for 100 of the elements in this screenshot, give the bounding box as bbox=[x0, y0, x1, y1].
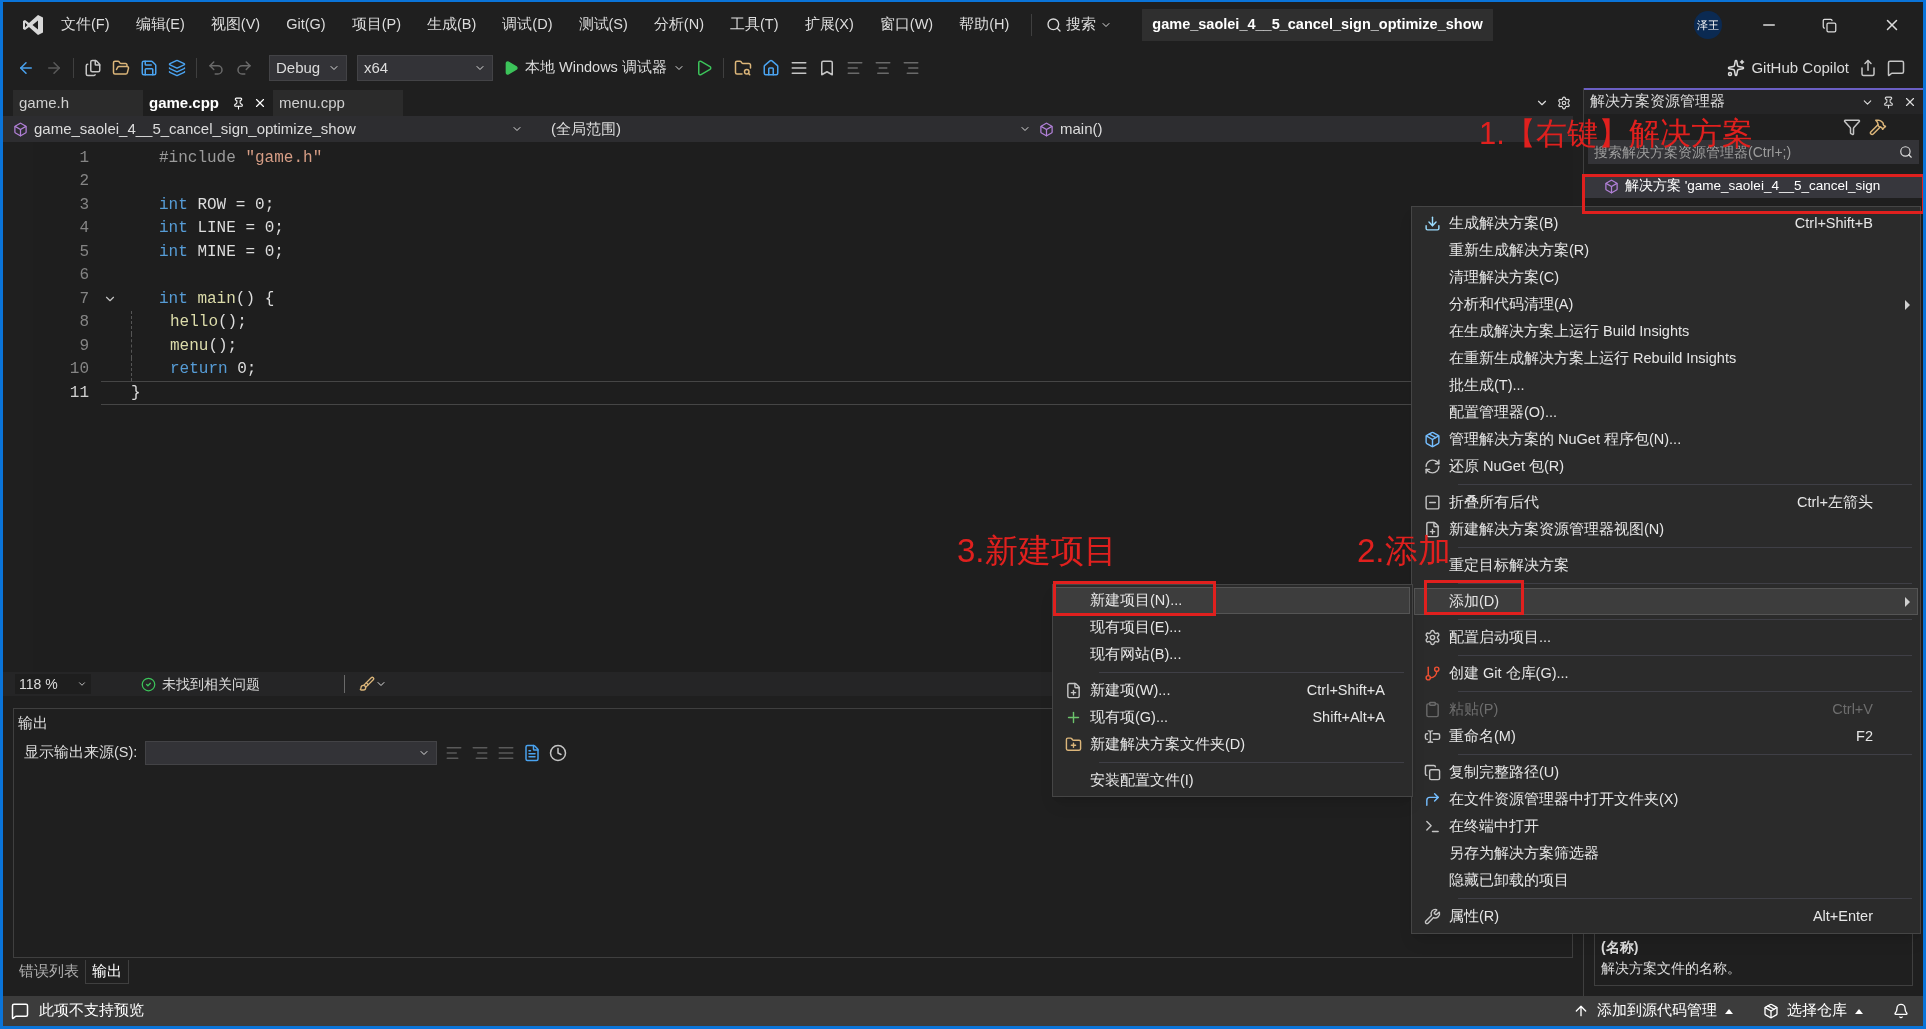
settings-icon[interactable] bbox=[1557, 96, 1571, 110]
menu-item[interactable]: 创建 Git 仓库(G)... bbox=[1414, 660, 1918, 687]
menu-item[interactable]: 新建项目(N)... bbox=[1055, 587, 1410, 614]
filter-icon[interactable] bbox=[1843, 118, 1861, 136]
menu-item[interactable]: 在终端中打开 bbox=[1414, 813, 1918, 840]
menu-bar-item[interactable]: 调试(D) bbox=[502, 14, 553, 36]
zoom-dropdown[interactable]: 118 % bbox=[15, 674, 91, 694]
line-number: 7 bbox=[78, 288, 89, 310]
play-icon bbox=[503, 60, 519, 76]
menu-item[interactable]: 配置启动项目... bbox=[1414, 624, 1918, 651]
repository-button[interactable]: 选择仓库 bbox=[1763, 1000, 1863, 1022]
menu-bar-item[interactable]: 测试(S) bbox=[578, 14, 628, 36]
menu-item[interactable]: 批生成(T)... bbox=[1414, 372, 1918, 399]
menu-bar-item[interactable]: 窗口(W) bbox=[879, 14, 934, 36]
menu-bar-item[interactable]: 工具(T) bbox=[730, 14, 779, 36]
menu-item[interactable]: 重命名(M) F2 bbox=[1414, 723, 1918, 750]
menu-item[interactable]: 现有网站(B)... bbox=[1055, 641, 1410, 668]
menu-item[interactable]: 复制完整路径(U) bbox=[1414, 759, 1918, 786]
build-icon bbox=[1423, 215, 1441, 232]
panel-title: 解决方案资源管理器 bbox=[1590, 92, 1725, 112]
project-icon bbox=[13, 121, 28, 137]
menu-item[interactable]: 配置管理器(O)... bbox=[1414, 399, 1918, 426]
run-debugger-button[interactable]: 本地 Windows 调试器 bbox=[503, 57, 685, 79]
feedback-icon[interactable] bbox=[1887, 59, 1905, 77]
menu-bar-item[interactable]: 扩展(X) bbox=[804, 14, 854, 36]
menu-item[interactable]: 分析和代码清理(A) bbox=[1414, 291, 1918, 318]
menu-bar-item[interactable]: 文件(F) bbox=[61, 14, 110, 36]
code-line: int main() { bbox=[159, 288, 275, 310]
editor-tab[interactable]: game.h bbox=[13, 90, 143, 116]
menu-item[interactable]: 折叠所有后代 Ctrl+左箭头 bbox=[1414, 489, 1918, 516]
menu-item[interactable]: 安装配置文件(I) bbox=[1055, 767, 1410, 794]
menu-bar-item[interactable]: 分析(N) bbox=[653, 14, 704, 36]
menu-item[interactable]: 在文件资源管理器中打开文件夹(X) bbox=[1414, 786, 1918, 813]
menu-item[interactable]: 新建解决方案文件夹(D) bbox=[1055, 731, 1410, 758]
project-dropdown[interactable]: game_saolei_4__5_cancel_sign_optimize_show bbox=[13, 117, 523, 141]
menu-item[interactable]: 现有项(G)... Shift+Alt+A bbox=[1055, 704, 1410, 731]
folder-search-icon[interactable] bbox=[733, 59, 752, 77]
panel-tab[interactable]: 错误列表 bbox=[13, 960, 85, 984]
undo-icon[interactable] bbox=[207, 59, 225, 77]
menu-item[interactable]: 隐藏已卸载的项目 bbox=[1414, 867, 1918, 894]
home-icon[interactable] bbox=[761, 59, 780, 77]
scope-dropdown[interactable]: (全局范围) bbox=[531, 117, 1031, 141]
menu-bar-item[interactable]: 视图(V) bbox=[210, 14, 261, 36]
platform-dropdown[interactable]: x64 bbox=[357, 55, 493, 81]
menu-bar-item[interactable]: 生成(B) bbox=[427, 14, 477, 36]
panel-tab[interactable]: 输出 bbox=[85, 960, 129, 984]
menu-item[interactable]: 生成解决方案(B) Ctrl+Shift+B bbox=[1414, 210, 1918, 237]
line-number: 6 bbox=[78, 265, 89, 287]
menu-item[interactable]: 清理解决方案(C) bbox=[1414, 264, 1918, 291]
open-folder-arrow-icon bbox=[1423, 791, 1441, 808]
search-button[interactable]: 搜索 bbox=[1046, 14, 1113, 36]
menu-item[interactable]: 添加(D) bbox=[1414, 588, 1918, 615]
menu-item[interactable]: 属性(R) Alt+Enter bbox=[1414, 903, 1918, 930]
redo-icon[interactable] bbox=[235, 59, 253, 77]
code-line: int LINE = 0; bbox=[159, 218, 284, 240]
format-icon[interactable] bbox=[789, 59, 808, 77]
align-right-icon[interactable] bbox=[901, 59, 920, 77]
member-dropdown[interactable]: main() bbox=[1039, 117, 1239, 141]
align-center-icon[interactable] bbox=[873, 59, 892, 77]
new-project-icon[interactable] bbox=[84, 59, 102, 77]
restore-button[interactable] bbox=[1822, 17, 1837, 33]
menu-item[interactable]: 重新生成解决方案(R) bbox=[1414, 237, 1918, 264]
code-cleanup-icon[interactable] bbox=[359, 676, 375, 692]
align-left-icon[interactable] bbox=[845, 59, 864, 77]
solution-icon bbox=[1604, 178, 1619, 194]
share-icon[interactable] bbox=[1859, 59, 1877, 77]
hammer-icon[interactable] bbox=[1869, 118, 1887, 136]
menu-bar-item[interactable]: Git(G) bbox=[286, 14, 326, 36]
word-wrap-icon[interactable] bbox=[523, 743, 542, 762]
back-icon[interactable] bbox=[17, 59, 35, 77]
copilot-button[interactable]: GitHub Copilot bbox=[1727, 56, 1849, 80]
menu-item[interactable]: 还原 NuGet 包(R) bbox=[1414, 453, 1918, 480]
restore-icon bbox=[1423, 458, 1441, 475]
line-number: 2 bbox=[78, 171, 89, 193]
menu-item[interactable]: 现有项目(E)... bbox=[1055, 614, 1410, 641]
pin-icon[interactable] bbox=[1882, 95, 1895, 109]
menu-item[interactable]: 管理解决方案的 NuGet 程序包(N)... bbox=[1414, 426, 1918, 453]
close-icon[interactable] bbox=[1903, 95, 1917, 109]
menu-bar-item[interactable]: 项目(P) bbox=[351, 14, 401, 36]
source-control-button[interactable]: 添加到源代码管理 bbox=[1573, 1000, 1733, 1022]
menu-bar-item[interactable]: 编辑(E) bbox=[135, 14, 185, 36]
close-tab-icon[interactable] bbox=[253, 96, 267, 110]
notifications-icon[interactable] bbox=[1893, 1003, 1909, 1019]
editor-tab[interactable]: menu.cpp bbox=[273, 90, 403, 116]
configuration-dropdown[interactable]: Debug bbox=[269, 55, 347, 81]
menu-item[interactable]: 另存为解决方案筛选器 bbox=[1414, 840, 1918, 867]
issues-status[interactable]: 未找到相关问题 bbox=[141, 673, 260, 695]
code-line: menu(); bbox=[170, 335, 238, 357]
menu-item[interactable]: 在生成解决方案上运行 Build Insights bbox=[1414, 318, 1918, 345]
caret-icon bbox=[1855, 1008, 1863, 1014]
open-folder-icon[interactable] bbox=[112, 59, 130, 77]
menu-bar-item[interactable]: 帮助(H) bbox=[959, 14, 1010, 36]
clock-icon[interactable] bbox=[549, 743, 568, 762]
menu-item[interactable]: 新建项(W)... Ctrl+Shift+A bbox=[1055, 677, 1410, 704]
save-all-icon[interactable] bbox=[168, 59, 186, 77]
git-icon bbox=[1423, 665, 1441, 682]
account-avatar[interactable]: 泽王 bbox=[1694, 11, 1722, 39]
pin-icon[interactable] bbox=[232, 96, 245, 110]
save-icon[interactable] bbox=[140, 59, 158, 77]
menu-item[interactable]: 在重新生成解决方案上运行 Rebuild Insights bbox=[1414, 345, 1918, 372]
